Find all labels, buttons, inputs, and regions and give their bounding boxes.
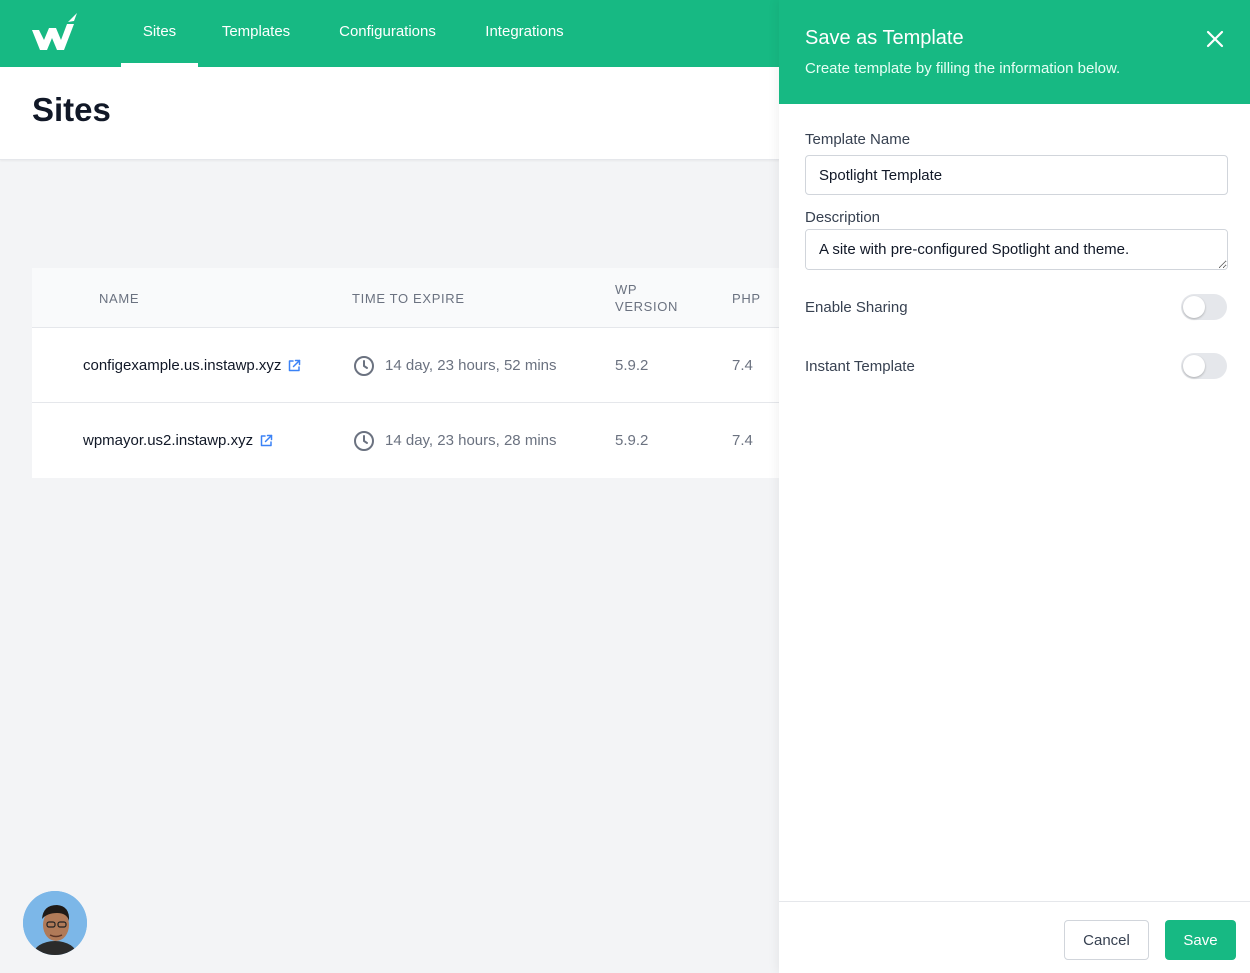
page-header: Sites <box>0 67 780 160</box>
site-name-cell: configexample.us.instawp.xyz <box>83 328 301 403</box>
php-version-cell: 7.4 <box>732 357 753 374</box>
save-button[interactable]: Save <box>1165 920 1236 960</box>
column-header-wp-version-line2: VERSION <box>615 299 679 314</box>
external-link-icon[interactable] <box>287 359 301 373</box>
toggle-knob <box>1183 355 1205 377</box>
expire-cell: 14 day, 23 hours, 52 mins <box>353 328 557 403</box>
site-link[interactable]: wpmayor.us2.instawp.xyz <box>83 432 253 449</box>
php-version-cell: 7.4 <box>732 432 753 449</box>
clock-icon <box>354 430 374 451</box>
wp-version-cell: 5.9.2 <box>615 432 649 449</box>
save-template-panel: Save as Template Create template by fill… <box>779 0 1250 973</box>
expire-cell: 14 day, 23 hours, 28 mins <box>353 403 557 478</box>
clock-icon <box>354 355 374 376</box>
enable-sharing-toggle[interactable] <box>1181 294 1227 320</box>
site-link[interactable]: configexample.us.instawp.xyz <box>83 357 281 374</box>
expire-text: 14 day, 23 hours, 52 mins <box>385 357 557 374</box>
template-name-input[interactable] <box>805 155 1228 195</box>
page-title: Sites <box>32 91 111 128</box>
table-row: configexample.us.instawp.xyz 14 day, 23 … <box>32 328 780 403</box>
panel-subtitle: Create template by filling the informati… <box>805 60 1121 77</box>
expire-text: 14 day, 23 hours, 28 mins <box>385 432 557 449</box>
sites-table: NAME TIME TO EXPIRE WP VERSION PHP confi… <box>32 268 780 478</box>
column-header-wp-version-line1: WP <box>615 282 638 297</box>
table-header: NAME TIME TO EXPIRE WP VERSION PHP <box>32 268 780 328</box>
instawp-logo[interactable] <box>30 12 80 54</box>
template-name-label: Template Name <box>805 131 911 148</box>
close-icon[interactable] <box>1203 27 1227 51</box>
external-link-icon[interactable] <box>259 434 273 448</box>
nav-tab-integrations[interactable]: Integrations <box>472 0 577 67</box>
enable-sharing-label: Enable Sharing <box>805 299 908 316</box>
column-header-time-to-expire: TIME TO EXPIRE <box>352 291 465 306</box>
site-name-cell: wpmayor.us2.instawp.xyz <box>83 403 273 478</box>
panel-header: Save as Template Create template by fill… <box>779 0 1250 104</box>
cancel-button[interactable]: Cancel <box>1064 920 1149 960</box>
column-header-name: NAME <box>99 291 140 306</box>
description-textarea[interactable]: A site with pre-configured Spotlight and… <box>805 229 1228 270</box>
table-row: wpmayor.us2.instawp.xyz 14 day, 23 hours… <box>32 403 780 478</box>
support-avatar[interactable] <box>23 891 87 955</box>
column-header-wp-version: WP VERSION <box>615 281 678 315</box>
instant-template-toggle[interactable] <box>1181 353 1227 379</box>
nav-tab-sites[interactable]: Sites <box>121 0 198 67</box>
description-label: Description <box>805 209 881 226</box>
instant-template-label: Instant Template <box>805 358 915 375</box>
panel-footer: Cancel Save <box>779 901 1250 973</box>
wp-version-cell: 5.9.2 <box>615 357 649 374</box>
nav-tab-configurations[interactable]: Configurations <box>325 0 450 67</box>
panel-title: Save as Template <box>805 27 964 49</box>
toggle-knob <box>1183 296 1205 318</box>
nav-tab-templates[interactable]: Templates <box>210 0 302 67</box>
person-avatar-icon <box>23 891 87 955</box>
column-header-php: PHP <box>732 291 761 306</box>
